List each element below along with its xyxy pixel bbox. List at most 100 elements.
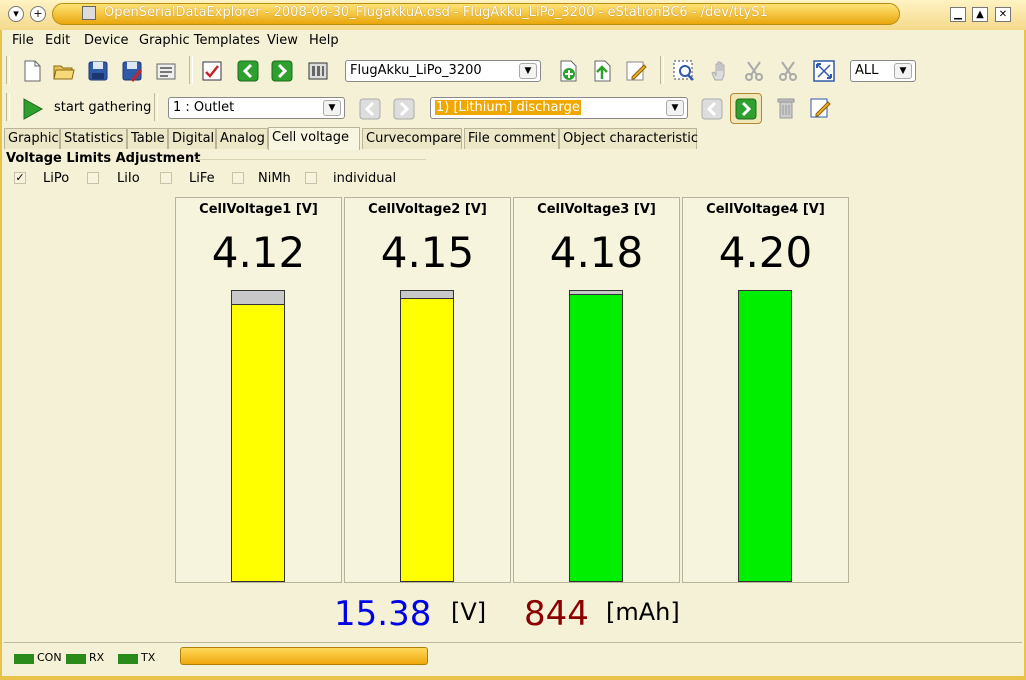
window-title: OpenSerialDataExplorer - 2008-06-30_Flug… [104, 5, 768, 20]
edit-configuration-icon[interactable] [624, 59, 648, 83]
minimize-button[interactable]: ▁ [950, 7, 966, 22]
lipo-label: LiPo [43, 171, 70, 186]
main-toolbar: FlugAkku_LiPo_3200 ▼ ALL ▼ [4, 52, 1022, 90]
add-configuration-icon[interactable] [556, 59, 580, 83]
gathering-toolbar: start gathering 1 : Outlet ▼ 1) [Lithium… [4, 90, 1022, 126]
menu-graphic-templates[interactable]: Graphic Templates [139, 33, 260, 48]
tx-label: TX [141, 651, 156, 664]
fit-to-window-icon[interactable] [812, 59, 836, 83]
play-icon[interactable] [22, 97, 44, 121]
next-record-button[interactable] [730, 93, 762, 124]
voltage-limits-title: Voltage Limits Adjustment [6, 151, 201, 166]
chevron-down-icon[interactable]: ▼ [519, 63, 537, 79]
close-button[interactable]: ✕ [995, 7, 1011, 22]
tab-graphic[interactable]: Graphic [4, 128, 60, 149]
cell-voltage-bar [738, 290, 792, 582]
export-configuration-icon[interactable] [590, 59, 614, 83]
start-gathering-button[interactable]: start gathering [54, 100, 151, 115]
outlet-select-value: 1 : Outlet [173, 100, 235, 115]
next-device-icon[interactable] [270, 59, 294, 83]
delete-record-icon[interactable] [774, 96, 798, 120]
menu-device[interactable]: Device [84, 33, 128, 48]
prev-device-icon[interactable] [236, 59, 260, 83]
lipo-checkbox[interactable]: ✓ [14, 172, 26, 184]
prev-record-icon[interactable] [700, 97, 724, 121]
cell-voltage-bar-fill [232, 304, 284, 581]
con-label: CON [37, 651, 62, 664]
chevron-down-icon[interactable]: ▼ [323, 100, 341, 116]
tab-bar: Graphic Statistics Table Digital Analog … [4, 127, 1022, 150]
pan-hand-icon[interactable] [708, 59, 732, 83]
menu-edit[interactable]: Edit [45, 33, 70, 48]
menu-view[interactable]: View [267, 33, 298, 48]
cell-voltage-panel-2: CellVoltage2 [V] 4.15 [344, 197, 511, 583]
menu-file[interactable]: File [12, 33, 34, 48]
cell-voltage-panel-3: CellVoltage3 [V] 4.18 [513, 197, 680, 583]
prev-outlet-icon[interactable] [358, 97, 382, 121]
new-file-icon[interactable] [20, 59, 44, 83]
tab-file-comment[interactable]: File comment [464, 128, 559, 149]
rx-led-icon [66, 654, 86, 664]
tab-digital[interactable]: Digital [168, 128, 216, 149]
total-capacity-unit: [mAh] [606, 598, 680, 626]
zoom-window-icon[interactable] [672, 59, 696, 83]
record-set-select[interactable]: 1) [Lithium] discharge ▼ [430, 97, 688, 119]
cell-voltage-bar [400, 290, 454, 582]
window-sticky-button[interactable]: + [30, 6, 46, 22]
device-select-icon[interactable] [200, 59, 224, 83]
cell-voltage-label: CellVoltage2 [V] [368, 202, 487, 217]
title-bar: ▾ + OpenSerialDataExplorer - 2008-06-30_… [0, 0, 1026, 30]
tab-object-characteristic[interactable]: Object characteristic [559, 128, 698, 149]
outlet-select[interactable]: 1 : Outlet ▼ [168, 97, 345, 119]
cell-voltage-bar-fill [570, 293, 622, 581]
toolbar-separator [154, 93, 158, 121]
next-outlet-icon[interactable] [392, 97, 416, 121]
zoom-level-select[interactable]: ALL ▼ [850, 60, 916, 82]
device-settings-icon[interactable] [154, 59, 178, 83]
toolbar-separator [6, 93, 10, 121]
nimh-label: NiMh [258, 171, 291, 186]
individual-label: individual [333, 171, 397, 186]
cell-voltage-label: CellVoltage4 [V] [706, 202, 825, 217]
cell-voltage-value: 4.12 [211, 228, 306, 277]
tx-led-icon [118, 654, 138, 664]
tab-statistics[interactable]: Statistics [60, 128, 127, 149]
life-checkbox[interactable] [160, 172, 172, 184]
serial-port-icon[interactable] [306, 59, 330, 83]
total-voltage-unit: [V] [451, 598, 487, 626]
cell-voltage-bar-fill [739, 291, 791, 581]
tab-table[interactable]: Table [127, 128, 168, 149]
rx-label: RX [89, 651, 105, 664]
save-as-icon[interactable] [120, 59, 144, 83]
frame-bottom [0, 676, 1026, 680]
cell-voltage-label: CellVoltage1 [V] [199, 202, 318, 217]
liio-label: LiIo [117, 171, 140, 186]
cell-voltage-panel-1: CellVoltage1 [V] 4.12 [175, 197, 342, 583]
cut-left-icon[interactable] [742, 59, 766, 83]
cut-right-icon[interactable] [776, 59, 800, 83]
maximize-button[interactable]: ▲ [972, 7, 988, 22]
toolbar-separator [660, 56, 664, 84]
nimh-checkbox[interactable] [232, 172, 244, 184]
tab-curvecompare[interactable]: Curvecompare [362, 128, 462, 149]
tab-cell-voltage[interactable]: Cell voltage [268, 127, 360, 150]
total-capacity-value: 844 [524, 594, 589, 634]
individual-checkbox[interactable] [305, 172, 317, 184]
tab-analog[interactable]: Analog [216, 128, 268, 149]
frame-left [0, 30, 2, 680]
cell-voltage-value: 4.15 [380, 228, 475, 277]
chevron-down-icon[interactable]: ▼ [666, 100, 684, 116]
app-icon [82, 6, 96, 20]
open-folder-icon[interactable] [52, 59, 76, 83]
liio-checkbox[interactable] [87, 172, 99, 184]
edit-record-name-icon[interactable] [808, 96, 832, 120]
configuration-select[interactable]: FlugAkku_LiPo_3200 ▼ [345, 60, 541, 82]
record-set-select-value: 1) [Lithium] discharge [435, 100, 581, 115]
window-menu-button[interactable]: ▾ [8, 6, 24, 22]
chevron-down-icon[interactable]: ▼ [894, 63, 912, 79]
cell-voltage-bar-fill [401, 298, 453, 581]
menu-help[interactable]: Help [309, 33, 339, 48]
save-icon[interactable] [86, 59, 110, 83]
toolbar-separator [189, 56, 193, 84]
total-voltage-value: 15.38 [334, 594, 432, 634]
